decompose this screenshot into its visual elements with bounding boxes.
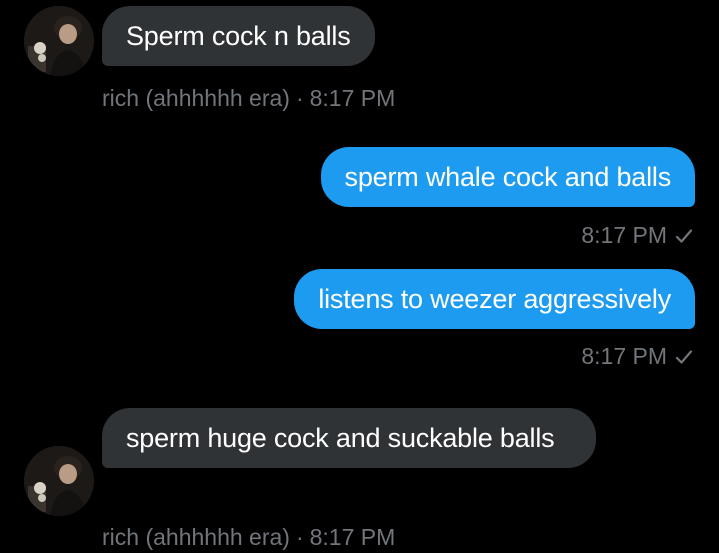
timestamp: 8:17 PM	[581, 222, 667, 248]
message-bubble-outgoing[interactable]: sperm whale cock and balls	[320, 147, 695, 207]
meta-separator: ·	[295, 524, 304, 550]
message-text: sperm huge cock and suckable balls	[126, 423, 555, 453]
message-bubble-incoming[interactable]: Sperm cock n balls	[102, 6, 375, 66]
message-text: Sperm cock n balls	[126, 21, 351, 51]
user-avatar-icon	[24, 6, 94, 76]
meta-separator: ·	[295, 85, 304, 111]
message-text: listens to weezer aggressively	[318, 284, 671, 314]
timestamp: 8:17 PM	[581, 343, 667, 369]
message-bubble-incoming[interactable]: sperm huge cock and suckable balls	[102, 408, 596, 468]
sender-name[interactable]: rich (ahhhhhh era)	[102, 524, 290, 550]
avatar[interactable]	[24, 6, 94, 76]
timestamp: 8:17 PM	[309, 524, 396, 550]
message-meta: rich (ahhhhhh era) · 8:17 PM	[102, 524, 395, 551]
message-meta: rich (ahhhhhh era) · 8:17 PM	[102, 85, 395, 112]
message-meta: 8:17 PM	[581, 343, 693, 371]
timestamp: 8:17 PM	[309, 85, 396, 111]
user-avatar-icon	[24, 446, 94, 516]
message-bubble-outgoing[interactable]: listens to weezer aggressively	[294, 269, 695, 329]
message-text: sperm whale cock and balls	[344, 162, 672, 192]
avatar[interactable]	[24, 446, 94, 516]
message-meta: 8:17 PM	[581, 222, 693, 250]
checkmark-icon	[675, 344, 693, 371]
checkmark-icon	[675, 223, 693, 250]
sender-name[interactable]: rich (ahhhhhh era)	[102, 85, 290, 111]
